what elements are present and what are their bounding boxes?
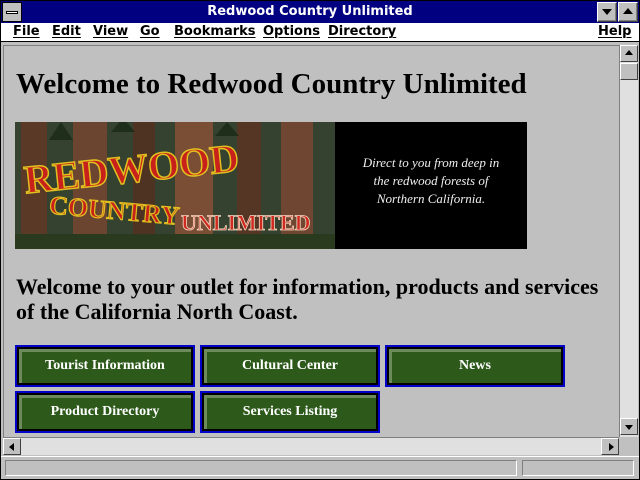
content-viewport[interactable]: Welcome to Redwood Country Unlimited RED…: [3, 45, 619, 437]
down-arrow-icon: [625, 425, 633, 430]
menu-file[interactable]: File: [13, 24, 40, 39]
menu-edit[interactable]: Edit: [52, 24, 81, 39]
intro-text: Welcome to your outlet for information, …: [16, 274, 599, 324]
minimize-arrow-icon: [602, 9, 612, 15]
banner-image: REDWOOD COUNTRY UNLIMITED Direct to you …: [15, 122, 527, 249]
menu-bar: File Edit View Go Bookmarks Options Dire…: [1, 23, 639, 42]
tagline-line: Direct to you from deep in: [362, 155, 500, 170]
scroll-up-button[interactable]: [620, 45, 638, 62]
scrollbar-corner: [619, 437, 638, 455]
status-text-field: [5, 460, 517, 476]
system-menu-icon[interactable]: [2, 2, 22, 22]
status-bar: [1, 456, 639, 479]
redwood-forest-image: REDWOOD COUNTRY UNLIMITED: [15, 122, 335, 249]
news-button[interactable]: News: [385, 345, 565, 387]
window-title: Redwood Country Unlimited: [207, 4, 413, 19]
banner-tagline-panel: Direct to you from deep in the redwood f…: [335, 122, 527, 249]
maximize-arrow-icon: [623, 8, 633, 14]
minimize-button[interactable]: [597, 2, 617, 22]
forest-graphic: REDWOOD COUNTRY UNLIMITED: [15, 122, 335, 249]
vertical-scrollbar[interactable]: [619, 45, 638, 437]
vertical-scroll-thumb[interactable]: [620, 63, 638, 80]
scroll-down-button[interactable]: [620, 418, 638, 435]
left-arrow-icon: [9, 443, 14, 451]
product-directory-button[interactable]: Product Directory: [15, 391, 195, 433]
services-listing-button[interactable]: Services Listing: [200, 391, 380, 433]
tagline-line: Northern California.: [376, 191, 486, 206]
logo-unlimited: UNLIMITED: [181, 210, 311, 235]
scroll-right-button[interactable]: [601, 438, 619, 455]
menu-directory[interactable]: Directory: [328, 24, 396, 39]
right-arrow-icon: [609, 443, 614, 451]
menu-view[interactable]: View: [93, 24, 128, 39]
horizontal-scrollbar[interactable]: [3, 437, 619, 455]
maximize-button[interactable]: [618, 2, 638, 22]
browser-window: Redwood Country Unlimited File Edit View…: [0, 0, 640, 480]
menu-help[interactable]: Help: [598, 24, 631, 39]
up-arrow-icon: [625, 50, 633, 55]
page-heading: Welcome to Redwood Country Unlimited: [16, 68, 527, 100]
title-bar[interactable]: Redwood Country Unlimited: [1, 1, 639, 23]
tourist-information-button[interactable]: Tourist Information: [15, 345, 195, 387]
banner-tagline: Direct to you from deep in the redwood f…: [335, 154, 527, 208]
menu-options[interactable]: Options: [263, 24, 320, 39]
tagline-line: the redwood forests of: [373, 173, 489, 188]
cultural-center-button[interactable]: Cultural Center: [200, 345, 380, 387]
menu-go[interactable]: Go: [140, 24, 160, 39]
menu-bookmarks[interactable]: Bookmarks: [174, 24, 256, 39]
status-progress-field: [522, 460, 634, 476]
scroll-left-button[interactable]: [3, 438, 21, 455]
